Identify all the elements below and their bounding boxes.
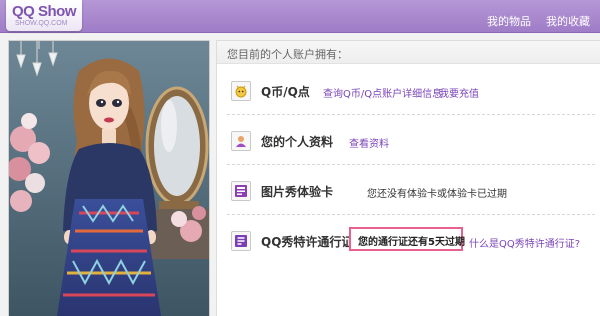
avatar-figure-illustration	[9, 41, 209, 316]
pass-expiry-status: 您的通行证还有5天过期	[358, 237, 465, 248]
row-photo-card: 图片秀体验卡 您还没有体验卡或体验卡已过期	[217, 171, 600, 215]
what-is-pass-link[interactable]: 什么是QQ秀特许通行证?	[469, 235, 580, 250]
account-heading: 您目前的个人账户拥有：	[227, 48, 348, 61]
nav-my-favorites[interactable]: 我的收藏	[546, 13, 590, 29]
nav-my-items[interactable]: 我的物品	[487, 13, 531, 29]
account-info-panel: 您目前的个人账户拥有： Q币/Q点 查询Q币/Q点账户详细信息 我要充值 您的个…	[216, 40, 600, 316]
logo-domain: SHOW.QQ.COM	[15, 20, 68, 27]
photo-card-title: 图片秀体验卡	[261, 185, 334, 199]
profile-title: 您的个人资料	[261, 135, 334, 149]
view-profile-link[interactable]: 查看资料	[349, 135, 389, 150]
row-divider	[227, 114, 595, 115]
query-balance-link[interactable]: 查询Q币/Q点账户详细信息	[323, 85, 442, 100]
coin-icon	[231, 81, 251, 101]
profile-icon	[231, 131, 251, 151]
photo-card-status: 您还没有体验卡或体验卡已过期	[367, 189, 507, 200]
row-q-coins: Q币/Q点 查询Q币/Q点账户详细信息 我要充值	[217, 71, 600, 115]
logo-title: QQ Show	[12, 3, 77, 20]
pass-expiry-highlight: 您的通行证还有5天过期	[349, 227, 465, 251]
qq-show-logo[interactable]: QQ Show SHOW.QQ.COM	[6, 0, 82, 31]
row-divider	[227, 214, 595, 215]
privilege-pass-title: QQ秀特许通行证	[261, 235, 354, 249]
row-divider	[227, 164, 595, 165]
row-privilege-pass: QQ秀特许通行证 您的通行证还有5天过期 什么是QQ秀特许通行证?	[217, 221, 600, 265]
pass-icon	[231, 231, 251, 251]
account-panel-header: 您目前的个人账户拥有：	[217, 41, 600, 64]
photo-card-icon	[231, 181, 251, 201]
q-coins-title: Q币/Q点	[261, 85, 310, 99]
avatar-preview-panel	[8, 40, 210, 316]
recharge-link[interactable]: 我要充值	[439, 85, 479, 100]
row-profile: 您的个人资料 查看资料	[217, 121, 600, 165]
top-nav-bar: QQ Show SHOW.QQ.COM 我的物品 我的收藏	[0, 0, 600, 33]
